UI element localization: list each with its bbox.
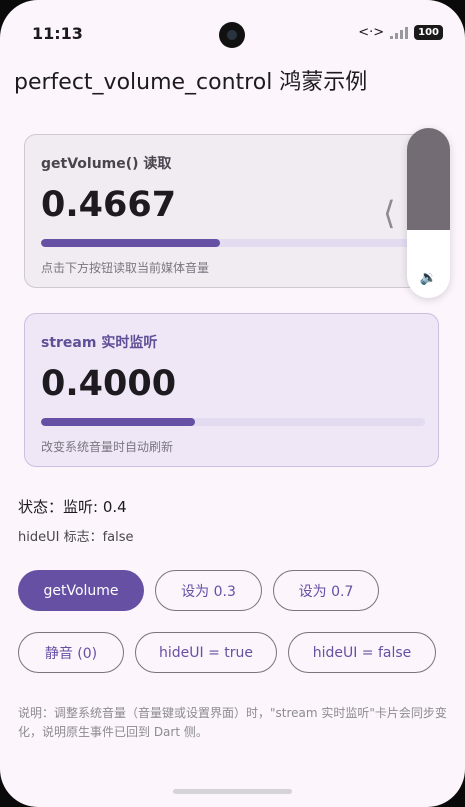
chevron-left-icon[interactable]: ⟨	[383, 194, 395, 232]
volume-slider-level	[407, 128, 450, 230]
front-camera	[219, 22, 245, 48]
speaker-icon[interactable]: 🔉	[407, 270, 450, 286]
home-indicator[interactable]	[173, 789, 292, 794]
set-0.7-button[interactable]: 设为 0.7	[273, 570, 379, 611]
stream-card: stream 实时监听 0.4000 改变系统音量时自动刷新	[24, 313, 439, 467]
link-icon: <·>	[358, 25, 385, 40]
phone-screen: 11:13 <·> 100 perfect_volume_control 鸿蒙示…	[0, 0, 465, 807]
get-volume-button[interactable]: getVolume	[18, 570, 144, 611]
hide-ui-flag: hideUI 标志：false	[18, 530, 134, 545]
set-0.3-button[interactable]: 设为 0.3	[155, 570, 262, 611]
system-volume-slider[interactable]: 🔉	[407, 128, 450, 298]
battery-icon: 100	[414, 25, 443, 40]
card-label: stream 实时监听	[41, 335, 158, 351]
status-text: 状态：监听: 0.4	[18, 498, 127, 516]
status-time: 11:13	[32, 24, 83, 43]
volume-progress-fill	[41, 418, 195, 426]
volume-progress-fill	[41, 239, 221, 247]
card-hint: 点击下方按钮读取当前媒体音量	[41, 261, 210, 275]
card-value: 0.4000	[41, 364, 177, 404]
card-hint: 改变系统音量时自动刷新	[41, 440, 174, 454]
status-icons: <·> 100	[358, 25, 443, 40]
hide-ui-false-button[interactable]: hideUI = false	[288, 632, 436, 673]
volume-progress-bar	[41, 239, 425, 247]
signal-icon	[390, 26, 409, 39]
volume-progress-bar	[41, 418, 425, 426]
card-value: 0.4667	[41, 185, 177, 225]
mute-button[interactable]: 静音 (0)	[18, 632, 124, 673]
page-title: perfect_volume_control 鸿蒙示例	[14, 70, 368, 95]
getvolume-card: getVolume() 读取 0.4667 点击下方按钮读取当前媒体音量	[24, 134, 439, 288]
explanation-note: 说明：调整系统音量（音量键或设置界面）时，"stream 实时监听"卡片会同步变…	[18, 706, 447, 739]
card-label: getVolume() 读取	[41, 156, 172, 172]
hide-ui-true-button[interactable]: hideUI = true	[135, 632, 277, 673]
